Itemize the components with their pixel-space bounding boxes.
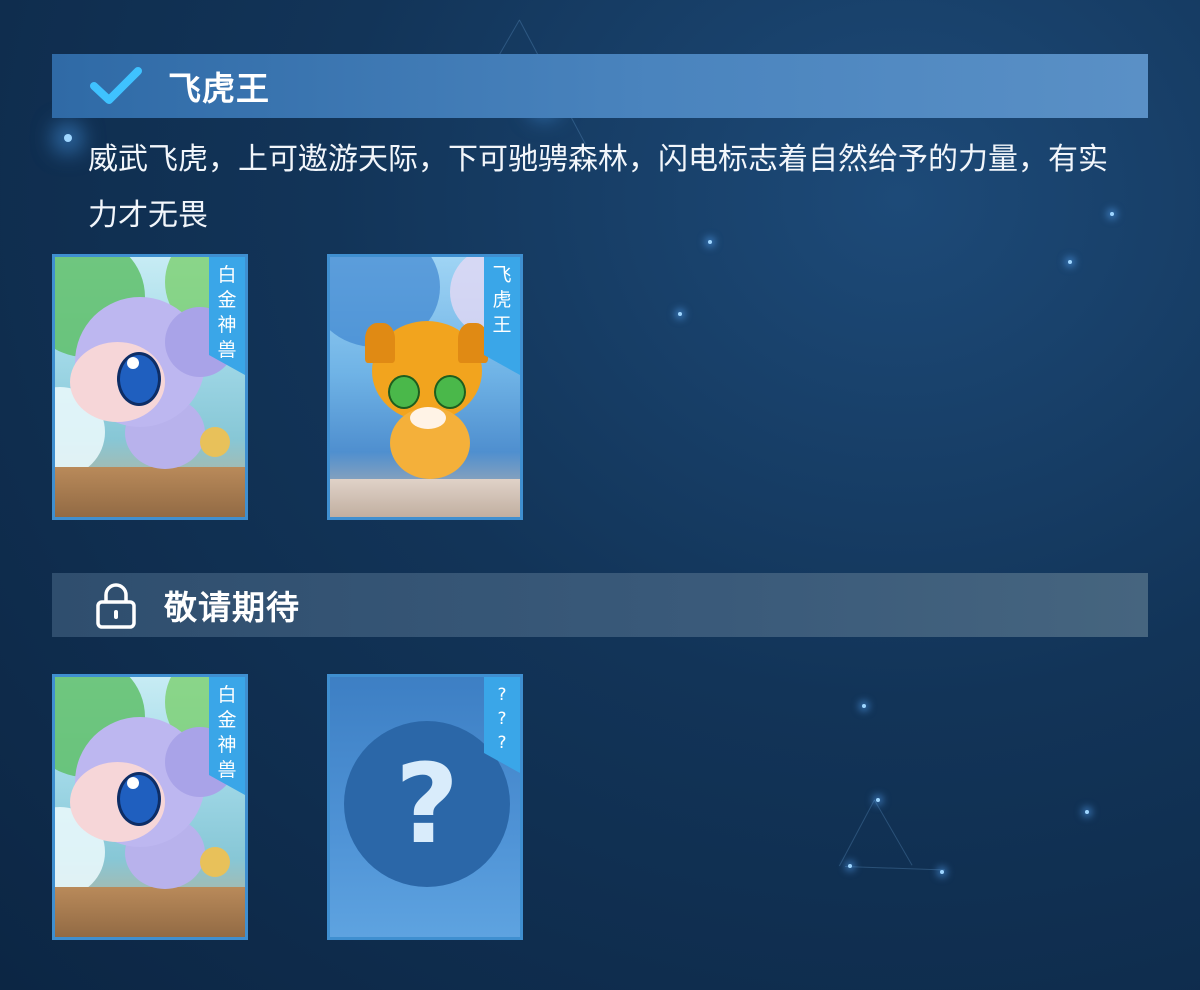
section-title: 飞虎王: [168, 69, 270, 108]
pet-card-unknown[interactable]: ? ? ? ?: [327, 674, 523, 940]
section-header-coming-soon: 敬请期待: [52, 573, 1148, 637]
pet-card-feihuwang[interactable]: 飞 虎 王: [327, 254, 523, 520]
lock-icon: [86, 580, 146, 630]
card-ribbon: 白 金 神 兽: [209, 257, 245, 375]
card-ribbon: 飞 虎 王: [484, 257, 520, 375]
card-ribbon: 白 金 神 兽: [209, 677, 245, 795]
section-title: 敬请期待: [164, 588, 300, 627]
pet-description: 威武飞虎，上可遨游天际，下可驰骋森林，闪电标志着自然给予的力量，有实力才无畏: [88, 142, 1108, 233]
pet-card-platinum-beast[interactable]: 白 金 神 兽: [52, 254, 248, 520]
checkmark-icon: [86, 61, 146, 111]
section-header-feihuwang: 飞虎王: [52, 54, 1148, 118]
pet-card-platinum-beast[interactable]: 白 金 神 兽: [52, 674, 248, 940]
